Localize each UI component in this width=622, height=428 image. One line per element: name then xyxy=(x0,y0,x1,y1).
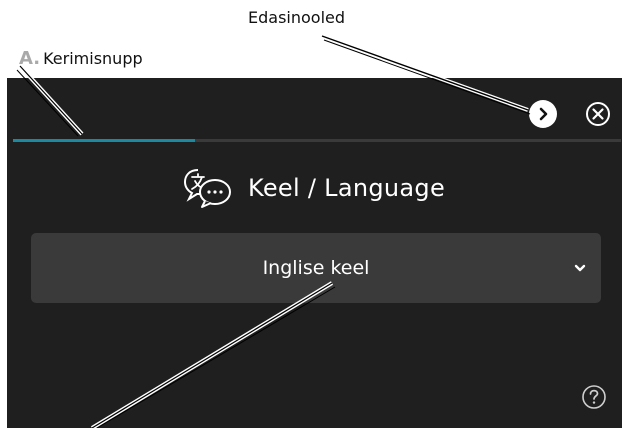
dropdown-selected-value: Inglise keel xyxy=(262,257,370,279)
close-icon xyxy=(586,102,610,126)
callout-a-letter: A. xyxy=(19,48,41,69)
close-button[interactable] xyxy=(584,100,612,128)
manual-illustration: Edasinooled A. Kerimisnupp Keel / Langua… xyxy=(0,0,622,428)
page-title: Keel / Language xyxy=(247,174,446,202)
callout-a-label: Kerimisnupp xyxy=(43,49,143,68)
callout-a: A. Kerimisnupp xyxy=(19,48,143,69)
chevron-down-icon xyxy=(574,264,586,272)
progress-fill xyxy=(13,139,196,142)
next-button[interactable] xyxy=(529,100,557,128)
language-dropdown[interactable]: Inglise keel xyxy=(31,233,601,303)
page-heading: Keel / Language xyxy=(7,166,622,210)
help-icon[interactable] xyxy=(581,384,607,410)
progress-track[interactable] xyxy=(13,139,621,142)
language-icon xyxy=(183,166,234,210)
callout-advanced-label: Edasinooled xyxy=(248,8,346,27)
chevron-right-icon xyxy=(539,107,548,121)
device-screen: Keel / Language Inglise keel xyxy=(7,78,622,428)
